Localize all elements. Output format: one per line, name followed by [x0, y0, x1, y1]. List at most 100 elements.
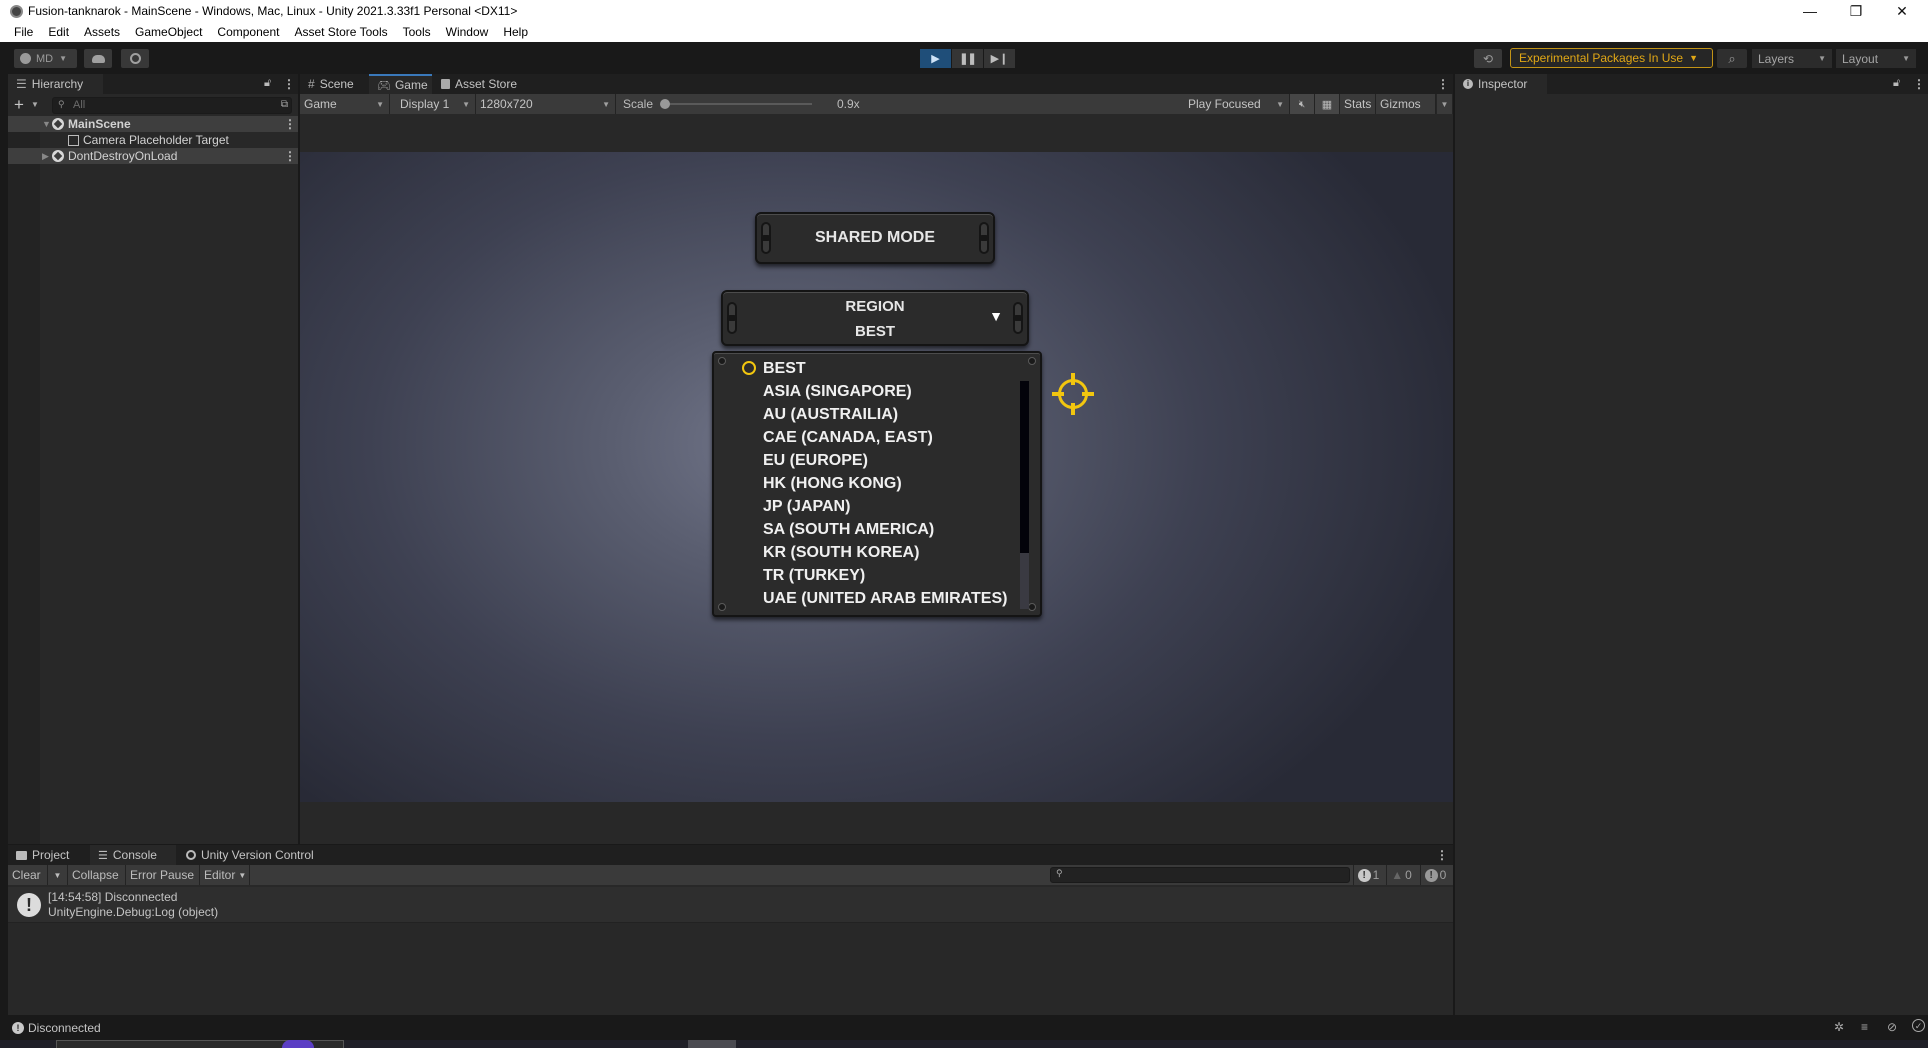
clear-options-dropdown[interactable]: ▼ — [48, 865, 68, 885]
menu-asset-store-tools[interactable]: Asset Store Tools — [294, 25, 387, 39]
plate-clip-icon — [979, 222, 989, 254]
shared-mode-button[interactable]: SHARED MODE — [755, 212, 995, 264]
menu-tools[interactable]: Tools — [403, 25, 431, 39]
hierarchy-item-camera-placeholder[interactable]: Camera Placeholder Target — [8, 132, 298, 148]
view-mode-label: Game — [304, 97, 337, 111]
region-option[interactable]: TR (TURKEY) — [763, 567, 865, 585]
expand-arrow-icon[interactable]: ▶ — [42, 151, 52, 162]
more-options-icon[interactable]: ⋮ — [1437, 77, 1449, 91]
restore-button[interactable]: ❐ — [1833, 0, 1879, 22]
hierarchy-item-mainscene[interactable]: ▼ MainScene ⋮ — [8, 116, 298, 132]
undo-history-button[interactable]: ⟲ — [1474, 49, 1502, 68]
region-option[interactable]: SA (SOUTH AMERICA) — [763, 521, 934, 539]
checkmark-circle-icon[interactable]: ✓ — [1912, 1019, 1925, 1032]
lock-icon[interactable]: 🔓︎ — [264, 77, 271, 90]
tab-game[interactable]: 🎮︎ Game — [369, 74, 432, 94]
region-option[interactable]: EU (EUROPE) — [763, 452, 868, 470]
view-mode-dropdown[interactable]: Game ▼ — [300, 94, 390, 114]
stats-button[interactable]: Stats — [1340, 94, 1376, 114]
console-search-input[interactable]: ⚲ — [1050, 867, 1350, 883]
gizmos-dropdown-arrow[interactable]: ▼ — [1436, 94, 1453, 114]
region-option[interactable]: AU (AUSTRAILIA) — [763, 406, 898, 424]
scale-slider[interactable] — [660, 99, 812, 109]
chevron-down-icon: ▼ — [602, 99, 610, 109]
log-count-toggle[interactable]: ! 1 — [1353, 865, 1383, 885]
gizmos-button[interactable]: Gizmos — [1376, 94, 1436, 114]
tab-hierarchy[interactable]: ☰ Hierarchy — [8, 74, 103, 94]
menu-assets[interactable]: Assets — [84, 25, 120, 39]
version-control-button[interactable] — [121, 49, 149, 68]
region-option[interactable]: BEST — [763, 360, 806, 378]
region-dropdown[interactable]: REGION BEST ▼ — [721, 290, 1029, 346]
region-option[interactable]: JP (JAPAN) — [763, 498, 850, 516]
menu-edit[interactable]: Edit — [48, 25, 69, 39]
tab-project[interactable]: Project — [8, 845, 90, 865]
more-options-icon[interactable]: ⋮ — [284, 117, 296, 131]
play-button[interactable]: ▶ — [920, 49, 951, 68]
layout-dropdown[interactable]: Layout ▼ — [1836, 49, 1916, 68]
add-icon[interactable]: + — [14, 95, 24, 115]
more-options-icon[interactable]: ⋮ — [283, 77, 295, 91]
display-dropdown[interactable]: Display 1 ▼ — [390, 94, 476, 114]
hierarchy-item-dontdestroyonload[interactable]: ▶ DontDestroyOnLoad ⋮ — [8, 148, 298, 164]
scene-search-icon[interactable]: ⧉ — [281, 99, 288, 110]
menu-help[interactable]: Help — [503, 25, 528, 39]
more-options-icon[interactable]: ⋮ — [1436, 848, 1448, 862]
collapse-button[interactable]: Collapse — [68, 865, 126, 885]
close-button[interactable]: ✕ — [1879, 0, 1925, 22]
version-control-icon — [129, 53, 141, 64]
resolution-dropdown[interactable]: 1280x720 ▼ — [476, 94, 616, 114]
status-message[interactable]: Disconnected — [28, 1021, 101, 1035]
region-option[interactable]: UAE (UNITED ARAB EMIRATES) — [763, 590, 1007, 608]
cloud-button[interactable] — [84, 49, 112, 68]
mute-audio-button[interactable]: 🔇︎ — [1290, 94, 1315, 114]
error-icon: ! — [1424, 868, 1438, 882]
list-icon: ☰ — [16, 77, 27, 91]
shortcuts-toggle-button[interactable]: ▦ — [1315, 94, 1340, 114]
menu-window[interactable]: Window — [446, 25, 489, 39]
keyboard-grid-icon: ▦ — [1321, 98, 1333, 111]
more-options-icon[interactable]: ⋮ — [284, 149, 296, 163]
menu-file[interactable]: File — [14, 25, 33, 39]
hierarchy-search-input[interactable]: ⚲ All ⧉ — [52, 97, 292, 114]
scale-slider-handle[interactable] — [660, 99, 670, 109]
debug-off-icon[interactable]: ✲ — [1834, 1020, 1844, 1034]
more-options-icon[interactable]: ⋮ — [1913, 77, 1925, 91]
play-mode-dropdown[interactable]: Play Focused ▼ — [1180, 94, 1290, 114]
chevron-down-icon[interactable]: ▼ — [31, 100, 39, 109]
experimental-packages-dropdown[interactable]: Experimental Packages In Use ▼ — [1510, 48, 1713, 68]
search-button[interactable]: ⌕ — [1717, 49, 1747, 68]
tab-unity-version-control[interactable]: Unity Version Control — [178, 845, 328, 865]
region-option[interactable]: CAE (CANADA, EAST) — [763, 429, 933, 447]
error-pause-button[interactable]: Error Pause — [126, 865, 200, 885]
region-option[interactable]: HK (HONG KONG) — [763, 475, 902, 493]
expand-arrow-icon[interactable]: ▼ — [42, 119, 52, 129]
tab-asset-store[interactable]: Asset Store — [433, 74, 533, 94]
console-log-entry[interactable]: ! [14:54:58] Disconnected UnityEngine.De… — [8, 887, 1453, 923]
cache-server-icon[interactable]: ≡ — [1861, 1020, 1868, 1034]
pause-button[interactable]: ❚❚ — [952, 49, 983, 68]
minimize-button[interactable]: — — [1787, 0, 1833, 22]
log-count: 1 — [1372, 868, 1380, 882]
game-viewport[interactable]: SHARED MODE REGION BEST ▼ BEST ASIA (SIN… — [300, 152, 1453, 802]
warning-count-toggle[interactable]: ▲ 0 — [1386, 865, 1416, 885]
menu-gameobject[interactable]: GameObject — [135, 25, 202, 39]
region-list-scrollbar[interactable] — [1020, 381, 1029, 609]
dropdown-arrow-icon: ▼ — [989, 308, 1003, 324]
step-button[interactable]: ▶❙ — [984, 49, 1015, 68]
lock-icon[interactable]: 🔓︎ — [1893, 77, 1900, 90]
tab-scene[interactable]: # Scene — [300, 74, 368, 94]
auto-generate-lighting-icon[interactable]: ⊘ — [1887, 1020, 1897, 1034]
error-count-toggle[interactable]: ! 0 — [1420, 865, 1450, 885]
layers-dropdown[interactable]: Layers ▼ — [1752, 49, 1832, 68]
tab-console[interactable]: ☰ Console — [90, 845, 176, 865]
region-option[interactable]: ASIA (SINGAPORE) — [763, 383, 912, 401]
menu-component[interactable]: Component — [217, 25, 279, 39]
account-dropdown[interactable]: MD ▼ — [14, 49, 77, 68]
editor-dropdown[interactable]: Editor ▼ — [200, 865, 250, 885]
region-option[interactable]: KR (SOUTH KOREA) — [763, 544, 919, 562]
tab-inspector[interactable]: i Inspector — [1455, 74, 1547, 94]
clear-button[interactable]: Clear — [8, 865, 48, 885]
scrollbar-thumb[interactable] — [1020, 381, 1029, 553]
plate-clip-icon — [761, 222, 771, 254]
